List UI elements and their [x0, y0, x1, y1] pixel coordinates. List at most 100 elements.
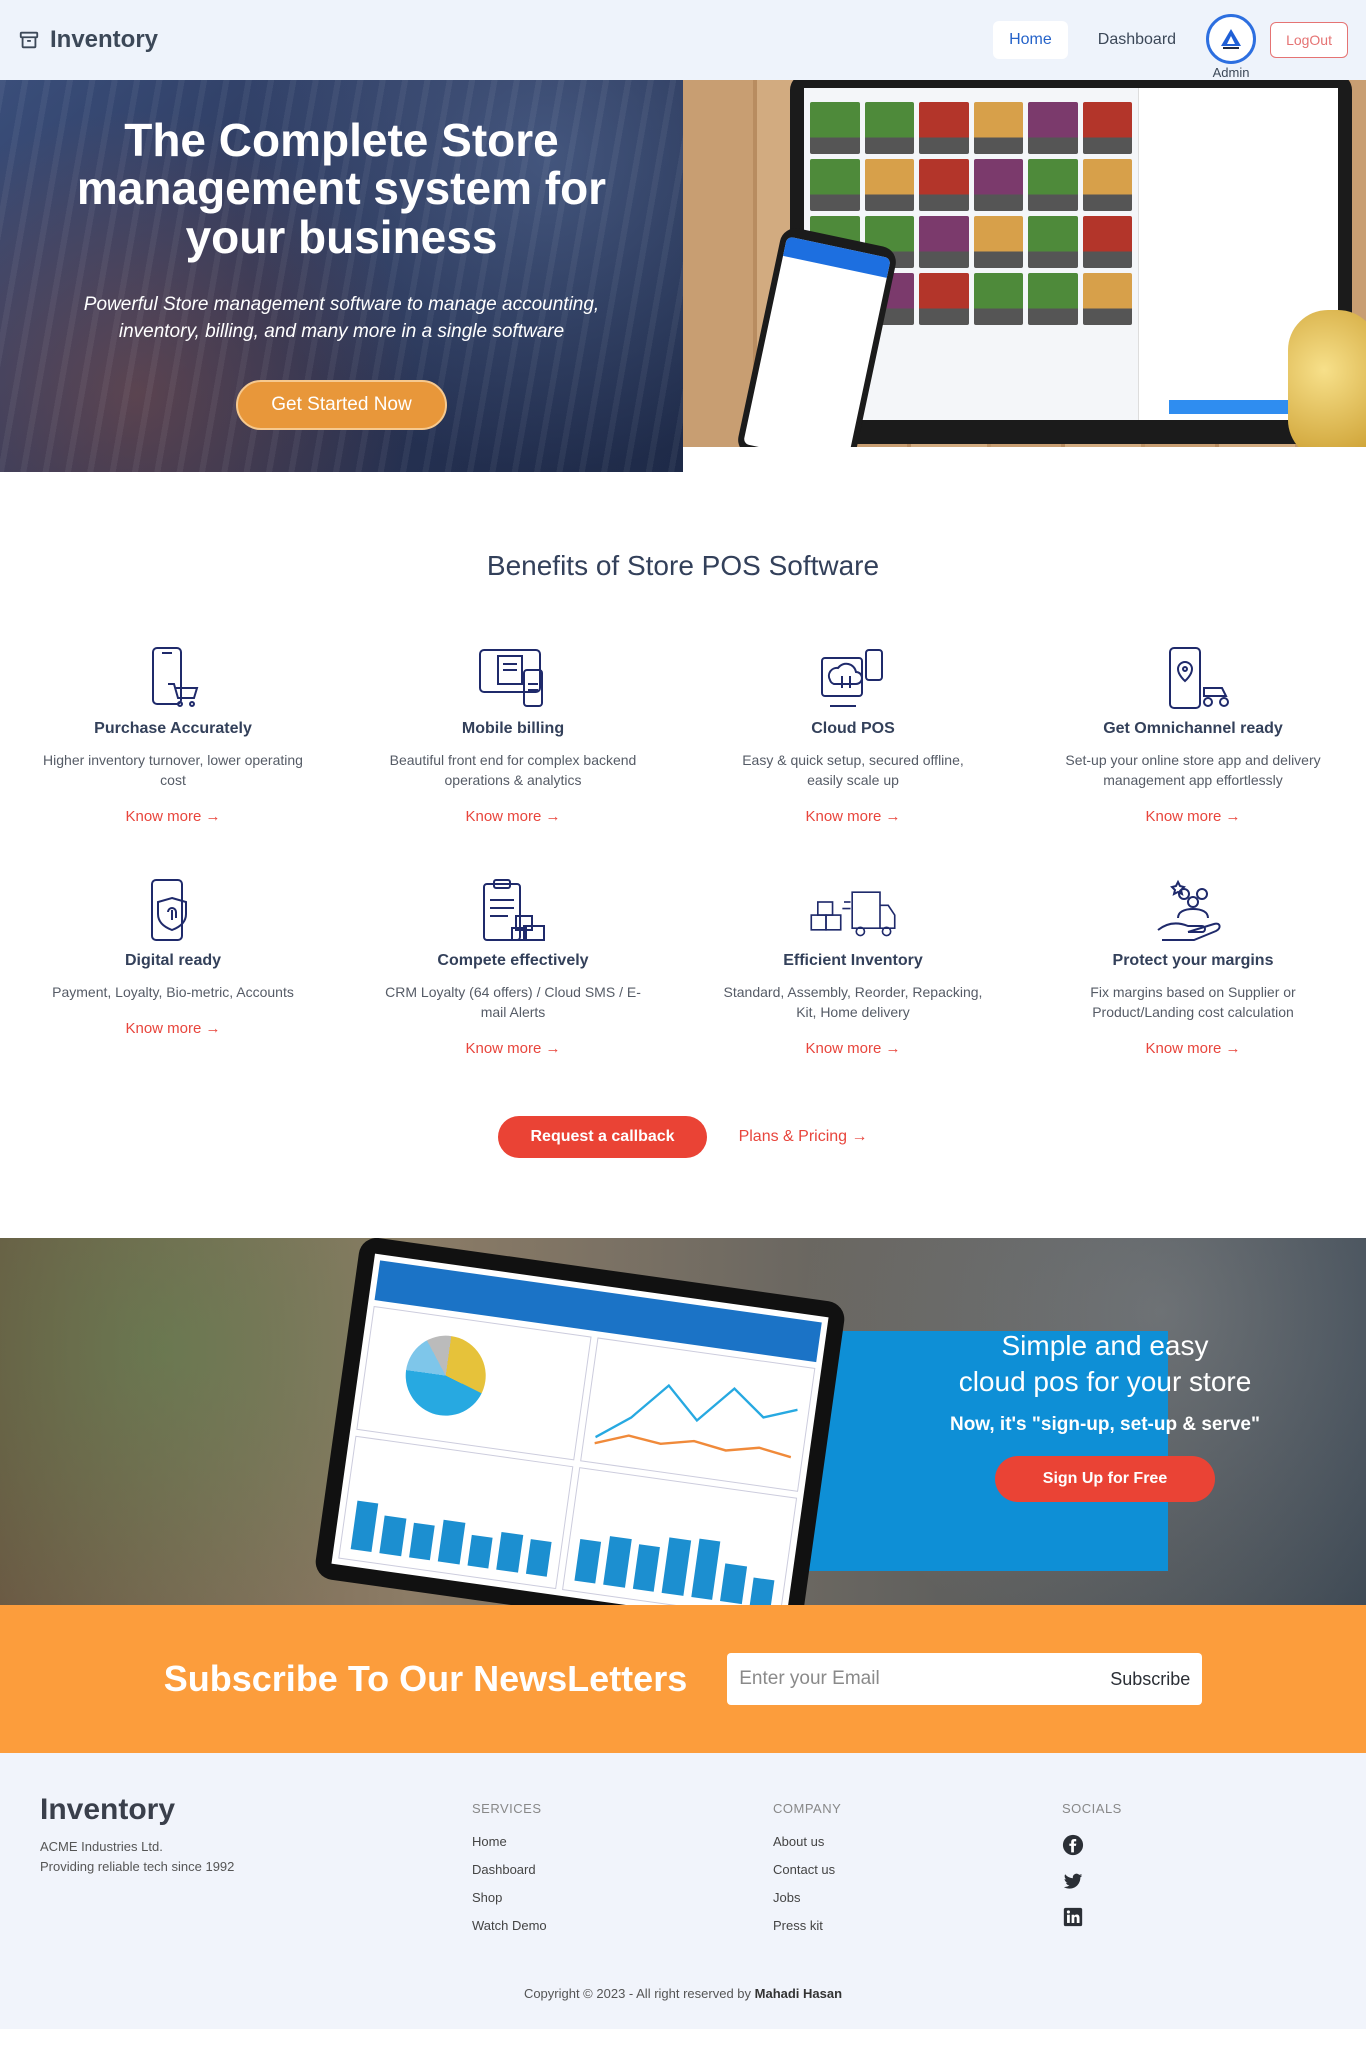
newsletter-form: Subscribe [727, 1653, 1203, 1705]
footer-brand-block: Inventory ACME Industries Ltd. Providing… [40, 1793, 472, 1972]
cloud-pos-icon [821, 649, 883, 707]
benefit-card: Protect your margins Fix margins based o… [1023, 876, 1363, 1058]
benefit-desc: Easy & quick setup, secured offline, eas… [742, 752, 964, 788]
facebook-icon[interactable] [1062, 1834, 1084, 1856]
arrow-right-icon: → [885, 1040, 901, 1057]
hero-subtitle: Powerful Store management software to ma… [83, 293, 600, 343]
know-more-link[interactable]: Know more → [805, 808, 900, 825]
twitter-icon[interactable] [1062, 1870, 1084, 1892]
cloud-pos-section: Simple and easy cloud pos for your store… [0, 1238, 1366, 1605]
copyright-author: Mahadi Hasan [754, 1986, 843, 2001]
cloud-title-line1: Simple and easy [1001, 1330, 1209, 1361]
product-tile [973, 159, 1023, 211]
footer: Inventory ACME Industries Ltd. Providing… [0, 1753, 1366, 1972]
benefit-desc: Standard, Assembly, Reorder, Repacking, … [723, 984, 983, 1020]
benefits-section: Benefits of Store POS Software Purchase … [0, 472, 1366, 1238]
know-more-link[interactable]: Know more → [125, 808, 220, 825]
cloud-title-line2: cloud pos for your store [958, 1366, 1252, 1397]
footer-link-watch-demo[interactable]: Watch Demo [472, 1918, 773, 1933]
product-tile [1082, 102, 1132, 154]
product-tile [864, 159, 914, 211]
avatar[interactable] [1206, 14, 1257, 64]
hero-pos-image [683, 80, 1366, 447]
benefit-card: Get Omnichannel ready Set-up your online… [1023, 644, 1363, 826]
footer-socials: SOCIALS [1062, 1793, 1312, 1972]
product-tile [973, 216, 1023, 268]
benefit-desc: Fix margins based on Supplier or Product… [1090, 984, 1296, 1020]
arrow-right-icon: → [545, 808, 561, 825]
know-more-link[interactable]: Know more → [805, 1040, 900, 1057]
company-tagline: Providing reliable tech since 1992 [40, 1859, 235, 1874]
hero-title: The Complete Store management system for… [76, 114, 607, 263]
admin-profile[interactable]: Admin [1206, 14, 1257, 80]
know-more-link[interactable]: Know more → [465, 1040, 560, 1057]
line-chart-graphic [594, 1383, 798, 1459]
benefit-title: Digital ready [124, 952, 222, 969]
benefit-card: Cloud POS Easy & quick setup, secured of… [683, 644, 1023, 826]
benefits-title: Benefits of Store POS Software [486, 550, 880, 581]
company-name: ACME Industries Ltd. [40, 1839, 163, 1854]
benefit-desc: Set-up your online store app and deliver… [1065, 752, 1321, 788]
know-more-link[interactable]: Know more → [125, 1020, 220, 1037]
product-tile [1028, 273, 1078, 325]
benefit-desc: Payment, Loyalty, Bio-metric, Accounts [52, 984, 294, 1000]
arrow-right-icon: → [1225, 1040, 1241, 1057]
arrow-right-icon: → [885, 808, 901, 825]
email-field[interactable] [739, 1668, 1111, 1690]
benefit-title: Efficient Inventory [783, 952, 923, 969]
pie-chart-graphic [400, 1330, 491, 1421]
benefit-desc: Higher inventory turnover, lower operati… [43, 752, 303, 788]
nav-links: Home Dashboard Admin LogOut [993, 0, 1348, 80]
product-tile [919, 216, 969, 268]
request-callback-button[interactable]: Request a callback [498, 1116, 707, 1158]
footer-company: COMPANY About us Contact us Jobs Press k… [773, 1793, 1062, 1972]
benefit-card: Mobile billing Beautiful front end for c… [343, 644, 683, 826]
footer-services-title: SERVICES [472, 1801, 542, 1816]
clipboard-boxes-icon [483, 879, 545, 941]
product-tile [1028, 159, 1078, 211]
benefit-desc: Beautiful front end for complex backend … [389, 752, 637, 788]
brand-name: Inventory [50, 26, 159, 53]
arrow-right-icon: → [205, 808, 221, 825]
footer-link-about[interactable]: About us [773, 1834, 1062, 1849]
product-tile [810, 102, 860, 154]
footer-link-home[interactable]: Home [472, 1834, 773, 1849]
signup-free-button[interactable]: Sign Up for Free [994, 1456, 1216, 1502]
delivery-truck-icon [810, 891, 896, 937]
footer-link-press-kit[interactable]: Press kit [773, 1918, 1062, 1933]
product-tile [1082, 216, 1132, 268]
omnichannel-icon [1169, 647, 1229, 709]
benefit-desc: CRM Loyalty (64 offers) / Cloud SMS / E-… [385, 984, 641, 1020]
footer-link-dashboard[interactable]: Dashboard [472, 1862, 773, 1877]
archive-box-icon [19, 31, 39, 49]
newsletter-title: Subscribe To Our NewsLetters [163, 1658, 688, 1699]
plans-pricing-link[interactable]: Plans & Pricing → [739, 1128, 868, 1146]
benefit-grid: Purchase Accurately Higher inventory tur… [0, 644, 1366, 1058]
know-more-link[interactable]: Know more → [1145, 808, 1240, 825]
product-tile [919, 159, 969, 211]
nav-dashboard-link[interactable]: Dashboard [1082, 21, 1192, 59]
know-more-link[interactable]: Know more → [1145, 1040, 1240, 1057]
pie-chart-panel [356, 1305, 592, 1460]
newsletter-section: Subscribe To Our NewsLetters Subscribe [0, 1605, 1366, 1753]
footer-brand: Inventory [40, 1793, 176, 1826]
brand[interactable]: Inventory [18, 26, 158, 54]
product-tile [810, 159, 860, 211]
footer-link-jobs[interactable]: Jobs [773, 1890, 1062, 1905]
hero-section: The Complete Store management system for… [0, 80, 1366, 472]
get-started-button[interactable]: Get Started Now [236, 379, 447, 430]
benefit-title: Cloud POS [811, 720, 895, 737]
footer-link-contact[interactable]: Contact us [773, 1862, 1062, 1877]
product-tile [1082, 159, 1132, 211]
footer-link-shop[interactable]: Shop [472, 1890, 773, 1905]
nav-home-link[interactable]: Home [993, 21, 1068, 59]
benefit-title: Purchase Accurately [94, 720, 252, 737]
know-more-link[interactable]: Know more → [465, 808, 560, 825]
logout-button[interactable]: LogOut [1270, 22, 1348, 58]
navbar: Inventory Home Dashboard Admin LogOut [0, 0, 1366, 80]
subscribe-button[interactable]: Subscribe [1110, 1669, 1190, 1690]
linkedin-icon[interactable] [1062, 1906, 1084, 1928]
footer-socials-title: SOCIALS [1062, 1801, 1122, 1816]
footer-services: SERVICES Home Dashboard Shop Watch Demo [472, 1793, 773, 1972]
product-tile [1028, 216, 1078, 268]
